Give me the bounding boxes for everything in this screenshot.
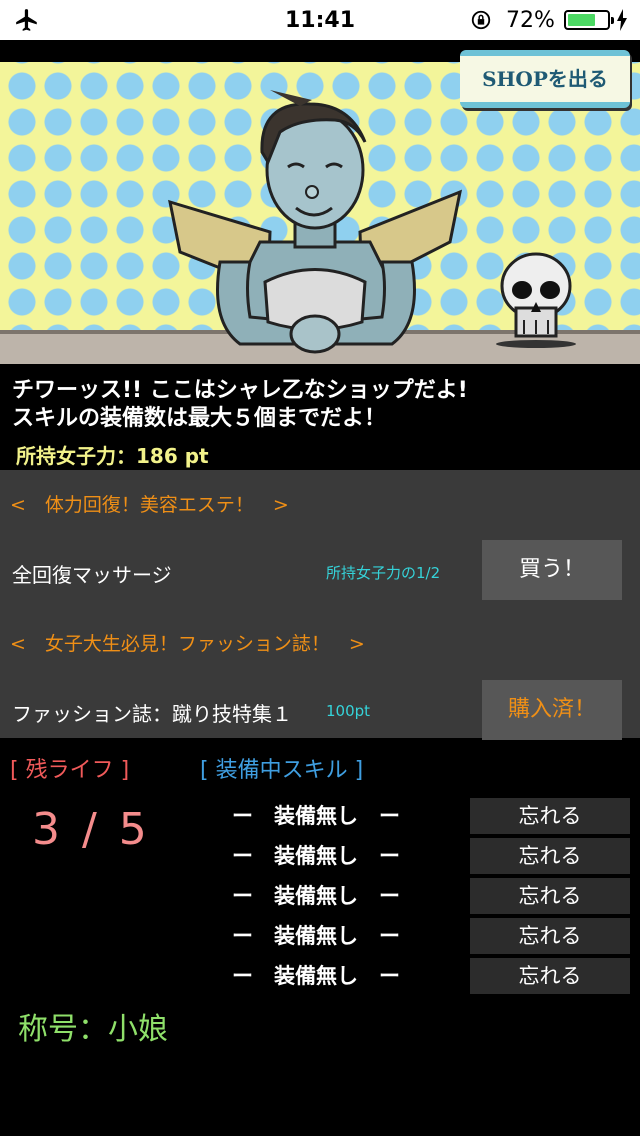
category-header-esthetic[interactable]: < 体力回復！美容エステ！ > — [10, 490, 289, 517]
orientation-lock-icon — [471, 10, 491, 30]
skill-slot: ー 装備無し ー 忘れる — [0, 918, 640, 954]
forget-skill-button[interactable]: 忘れる — [470, 918, 630, 954]
life-label: [ 残ライフ ] — [10, 758, 130, 783]
skill-slot-name: ー 装備無し ー — [232, 964, 400, 988]
status-bar: 11:41 72% — [0, 0, 640, 40]
charging-bolt-icon — [617, 9, 627, 31]
points-display: 所持女子力：186 pt — [16, 444, 209, 468]
forget-skill-button[interactable]: 忘れる — [470, 798, 630, 834]
item-price-massage: 所持女子力の1/2 — [326, 564, 441, 582]
buy-button[interactable]: 買う！ — [482, 540, 622, 600]
shop-exit-label: SHOPを出る — [482, 67, 608, 91]
forget-skill-button[interactable]: 忘れる — [470, 958, 630, 994]
shop-list: < 体力回復！美容エステ！ > 全回復マッサージ 所持女子力の1/2 買う！ <… — [0, 470, 640, 740]
battery-icon — [564, 10, 614, 30]
item-price-fashion-magazine: 100pt — [326, 702, 371, 720]
category-header-fashion[interactable]: < 女子大生必見！ファッション誌！ > — [10, 629, 365, 656]
purchased-button[interactable]: 購入済！ — [482, 680, 622, 740]
skill-slot: ー 装備無し ー 忘れる — [0, 878, 640, 914]
equipped-skills-label: [ 装備中スキル ] — [200, 758, 364, 783]
item-name-massage: 全回復マッサージ — [12, 563, 172, 587]
forget-skill-button[interactable]: 忘れる — [470, 838, 630, 874]
forget-skill-button[interactable]: 忘れる — [470, 878, 630, 914]
message-line-2: スキルの装備数は最大５個までだよ！ — [12, 406, 387, 431]
shop-exit-button[interactable]: SHOPを出る — [460, 50, 630, 108]
shopkeeper-illustration — [168, 90, 463, 354]
skill-slot-name: ー 装備無し ー — [232, 924, 400, 948]
skill-slot: ー 装備無し ー 忘れる — [0, 798, 640, 834]
skill-slot: ー 装備無し ー 忘れる — [0, 838, 640, 874]
battery-percent: 72% — [506, 8, 555, 33]
skill-slot-name: ー 装備無し ー — [232, 844, 400, 868]
skull-illustration — [496, 252, 576, 348]
skill-slot-name: ー 装備無し ー — [232, 884, 400, 908]
skill-slot-name: ー 装備無し ー — [232, 804, 400, 828]
skill-slot: ー 装備無し ー 忘れる — [0, 958, 640, 994]
player-title: 称号：小娘 — [18, 1012, 168, 1047]
shopkeeper-message: チワーッス!! ここはシャレ乙なショップだよ! スキルの装備数は最大５個までだよ… — [0, 364, 640, 470]
item-name-fashion-magazine: ファッション誌：蹴り技特集１ — [12, 702, 292, 726]
